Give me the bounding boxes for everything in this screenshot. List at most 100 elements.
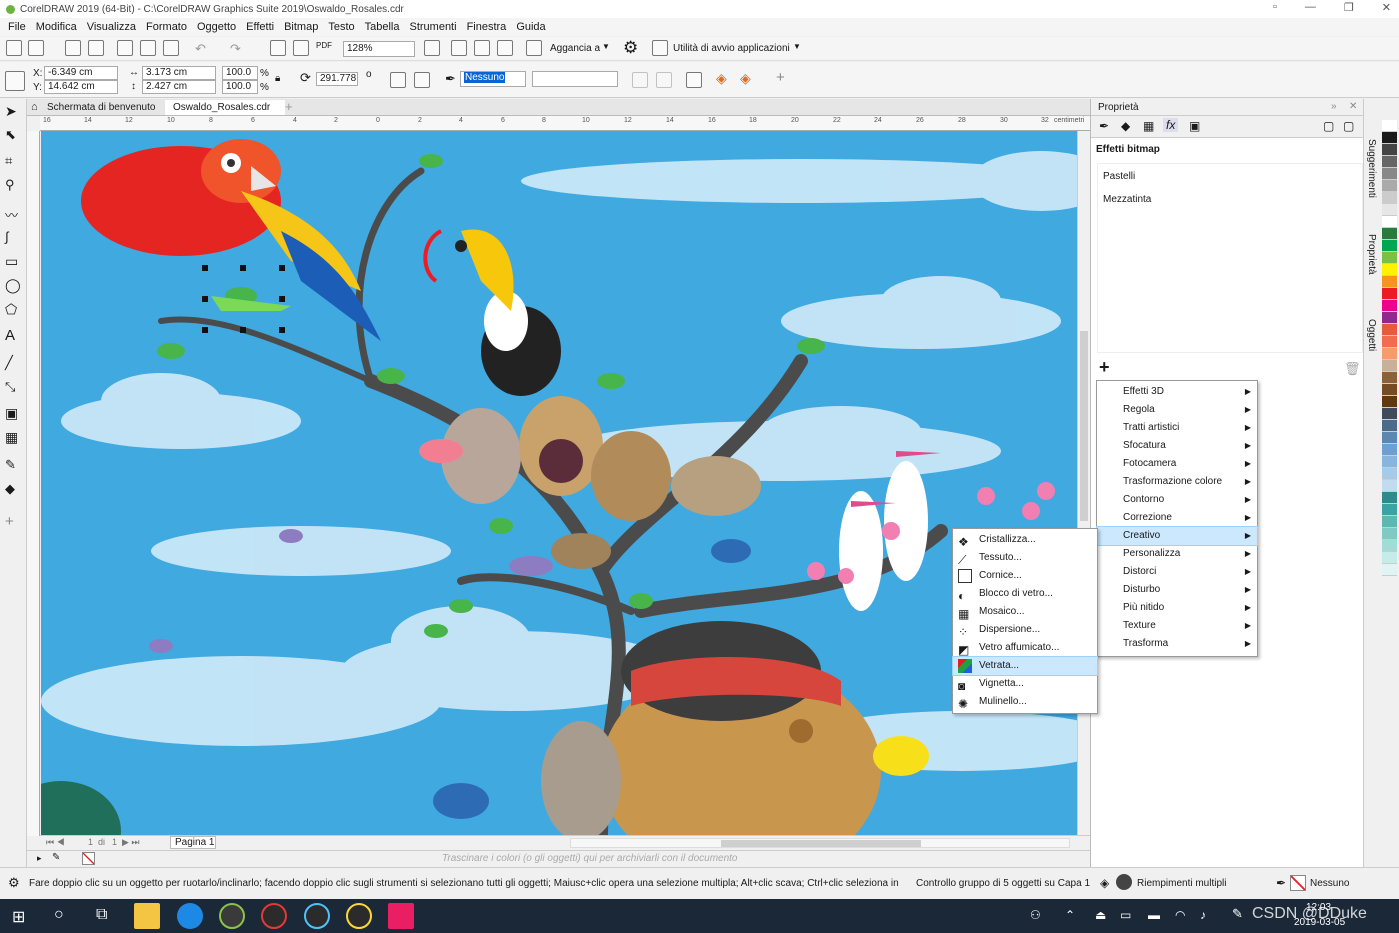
menu-item-correzione[interactable]: Correzione ▶ bbox=[1097, 509, 1257, 527]
snap-to-dropdown[interactable]: Aggancia a bbox=[550, 43, 600, 54]
menu-item-creativo[interactable]: Creativo ▶ bbox=[1096, 526, 1258, 546]
file-explorer-icon[interactable] bbox=[134, 903, 160, 929]
menu-item-mulinello[interactable]: ✺ Mulinello... bbox=[953, 693, 1097, 711]
color-swatch[interactable] bbox=[1382, 492, 1397, 504]
wrap-text-icon[interactable] bbox=[686, 72, 702, 88]
close-icon[interactable]: ✕ bbox=[1349, 101, 1357, 112]
page-tab-1[interactable]: Pagina 1 bbox=[170, 836, 216, 849]
color-swatch[interactable] bbox=[1382, 216, 1397, 228]
add-effect-icon[interactable]: + bbox=[1099, 357, 1110, 378]
color-swatch[interactable] bbox=[1382, 432, 1397, 444]
menu-item-vetro-affumicato[interactable]: ◩ Vetro affumicato... bbox=[953, 639, 1097, 657]
color-swatch[interactable] bbox=[1382, 528, 1397, 540]
color-swatch[interactable] bbox=[1382, 384, 1397, 396]
gear-icon[interactable]: ⚙ bbox=[623, 38, 638, 58]
paste-icon[interactable] bbox=[163, 40, 179, 56]
menu-testo[interactable]: Testo bbox=[326, 21, 362, 33]
vertical-scrollbar[interactable] bbox=[1077, 131, 1090, 836]
y-position-input[interactable]: 14.642 cm bbox=[44, 80, 118, 94]
tab-suggerimenti[interactable]: Suggerimenti bbox=[1366, 139, 1377, 198]
color-swatch[interactable] bbox=[1382, 408, 1397, 420]
color-swatch[interactable] bbox=[1382, 156, 1397, 168]
lock-ratio-icon[interactable]: 🔒︎ bbox=[275, 73, 280, 84]
color-swatch[interactable] bbox=[1382, 228, 1397, 240]
ellipse-tool-icon[interactable]: ◯ bbox=[5, 277, 21, 293]
color-swatch[interactable] bbox=[1382, 552, 1397, 564]
applied-effect-item[interactable]: Mezzatinta bbox=[1098, 187, 1362, 210]
width-input[interactable]: 3.173 cm bbox=[142, 66, 216, 80]
pdf-icon[interactable]: PDF bbox=[316, 41, 332, 50]
window-tab-icon[interactable]: ▢ bbox=[1323, 119, 1334, 133]
menu-item-cornice[interactable]: Cornice... bbox=[953, 567, 1097, 585]
break-apart-icon[interactable] bbox=[632, 72, 648, 88]
menu-item-tessuto[interactable]: ⟋ Tessuto... bbox=[953, 549, 1097, 567]
people-icon[interactable]: ⚇ bbox=[1030, 908, 1041, 922]
menu-item-cristallizza[interactable]: ❖ Cristallizza... bbox=[953, 531, 1097, 549]
task-view-icon[interactable]: ⧉ bbox=[96, 906, 107, 924]
transparency-tab-icon[interactable]: ▦ bbox=[1143, 119, 1154, 133]
pen-icon[interactable]: ✎ bbox=[1232, 906, 1243, 922]
dimension-tool-icon[interactable]: ╱ bbox=[5, 355, 21, 371]
menu-formato[interactable]: Formato bbox=[144, 21, 195, 33]
usb-icon[interactable]: ⏏ bbox=[1095, 908, 1106, 922]
menu-finestra[interactable]: Finestra bbox=[465, 21, 515, 33]
menu-item-mosaico[interactable]: ▦ Mosaico... bbox=[953, 603, 1097, 621]
capture-icon[interactable] bbox=[346, 903, 372, 929]
drawing-canvas[interactable] bbox=[41, 131, 1077, 835]
add-tool-icon[interactable]: + bbox=[5, 513, 21, 530]
drop-shadow-icon[interactable]: ▣ bbox=[5, 405, 21, 421]
transparency-tool-icon[interactable]: ▦ bbox=[5, 429, 21, 445]
no-color-swatch[interactable] bbox=[82, 852, 95, 865]
effects-tab-icon[interactable]: fx bbox=[1163, 118, 1179, 132]
scale-y-input[interactable]: 100.0 bbox=[222, 80, 258, 94]
color-swatch[interactable] bbox=[1382, 180, 1397, 192]
display-icon[interactable]: ▭ bbox=[1120, 908, 1131, 922]
color-swatch[interactable] bbox=[1382, 144, 1397, 156]
text-tool-icon[interactable]: A bbox=[5, 327, 21, 344]
color-swatch[interactable] bbox=[1382, 468, 1397, 480]
line-style-select[interactable] bbox=[532, 71, 618, 87]
menu-oggetto[interactable]: Oggetto bbox=[195, 21, 244, 33]
color-swatch[interactable] bbox=[1382, 276, 1397, 288]
application-launcher-dropdown[interactable]: Utilità di avvio applicazioni bbox=[673, 43, 790, 54]
tab-welcome[interactable]: Schermata di benvenuto bbox=[27, 100, 167, 115]
connector-tool-icon[interactable]: ⤡ bbox=[5, 379, 21, 395]
undo-icon[interactable]: ↶ bbox=[195, 41, 206, 57]
rotation-angle-input[interactable]: 291.778 bbox=[316, 72, 358, 86]
trash-icon[interactable]: 🗑︎ bbox=[1344, 361, 1361, 377]
palette-arrow-icon[interactable]: ▸ bbox=[37, 853, 42, 864]
vertical-scroll-thumb[interactable] bbox=[1080, 331, 1088, 521]
export-icon[interactable] bbox=[293, 40, 309, 56]
wifi-icon[interactable]: ◠ bbox=[1175, 908, 1185, 922]
horizontal-ruler[interactable]: 16 14 12 10 8 6 4 2 0 2 4 6 8 10 12 14 1… bbox=[40, 116, 1090, 131]
full-screen-icon[interactable] bbox=[424, 40, 440, 56]
color-swatch[interactable] bbox=[1382, 540, 1397, 552]
menu-item-blocco-di-vetro[interactable]: ◐ Blocco di vetro... bbox=[953, 585, 1097, 603]
menu-visualizza[interactable]: Visualizza bbox=[85, 21, 144, 33]
mirror-vertical-icon[interactable] bbox=[414, 72, 430, 88]
show-rulers-icon[interactable] bbox=[451, 40, 467, 56]
color-swatch[interactable] bbox=[1382, 564, 1397, 576]
color-swatch[interactable] bbox=[1382, 504, 1397, 516]
rectangle-tool-icon[interactable]: ▭ bbox=[5, 253, 21, 269]
chevron-down-icon[interactable]: ▼ bbox=[793, 42, 801, 51]
interactive-fill-icon[interactable]: ◆ bbox=[5, 481, 21, 497]
color-swatch[interactable] bbox=[1382, 420, 1397, 432]
menu-modifica[interactable]: Modifica bbox=[34, 21, 85, 33]
freehand-tool-icon[interactable]: 〰 bbox=[5, 205, 21, 223]
save-icon[interactable] bbox=[65, 40, 81, 56]
last-page-icon[interactable]: ▶ ⏭ bbox=[122, 837, 140, 848]
show-grid-icon[interactable] bbox=[474, 40, 490, 56]
color-swatch[interactable] bbox=[1382, 120, 1397, 132]
minimize-button[interactable]: — bbox=[1305, 1, 1316, 14]
add-icon[interactable]: + bbox=[776, 69, 785, 86]
first-page-icon[interactable]: ⏮ ◀ bbox=[46, 837, 65, 848]
tab-proprieta[interactable]: Proprietà bbox=[1366, 234, 1377, 275]
tray-chevron-icon[interactable]: ⌃ bbox=[1065, 908, 1075, 922]
menu-strumenti[interactable]: Strumenti bbox=[407, 21, 464, 33]
color-swatch[interactable] bbox=[1382, 252, 1397, 264]
open-icon[interactable] bbox=[28, 40, 44, 56]
menu-effetti[interactable]: Effetti bbox=[244, 21, 282, 33]
color-swatch[interactable] bbox=[1382, 300, 1397, 312]
menu-item-tratti-artistici[interactable]: Tratti artistici ▶ bbox=[1097, 419, 1257, 437]
